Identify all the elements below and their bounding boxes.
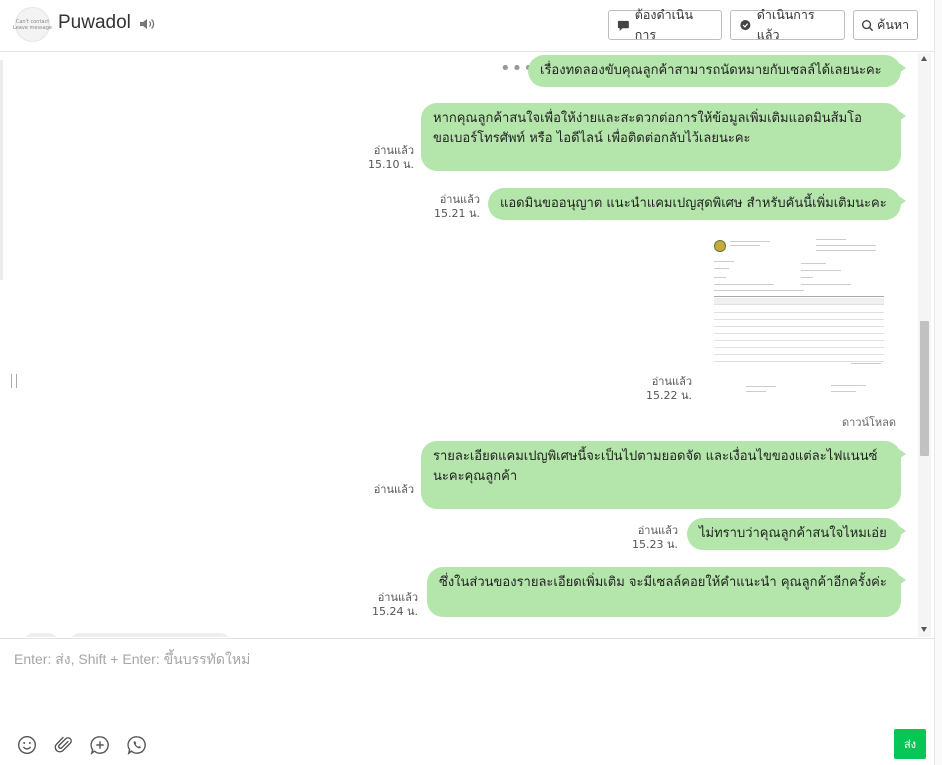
emoji-icon[interactable] <box>17 735 37 755</box>
read-status: อ่านแล้ว <box>377 591 418 604</box>
speaker-icon[interactable] <box>139 17 155 31</box>
done-button[interactable]: ดำเนินการแล้ว <box>730 7 845 42</box>
message-meta: อ่านแล้ว 15.21 น. <box>414 193 480 221</box>
add-icon[interactable] <box>90 735 110 755</box>
message-text-line: รายละเอียดแคมเปญพิเศษนี้จะเป็นไปตามยอดจั… <box>433 449 878 464</box>
contact-name[interactable]: Puwadol <box>58 12 131 34</box>
download-link[interactable]: ดาวน์โหลด <box>842 413 896 431</box>
read-status: อ่านแล้ว <box>637 524 678 537</box>
message-bubble[interactable]: รายละเอียดแคมเปญพิเศษนี้จะเป็นไปตามยอดจั… <box>421 441 906 509</box>
scroll-up-arrow-icon[interactable] <box>921 56 927 61</box>
scroll-thumb[interactable] <box>920 321 929 456</box>
chat-scrollbar[interactable] <box>918 53 931 637</box>
avatar[interactable]: Can't contact Leave message <box>13 7 52 42</box>
message-meta: อ่านแล้ว 15.24 น. <box>350 591 418 619</box>
chat-bubble-icon <box>617 20 629 31</box>
message-bubble[interactable]: หากคุณลูกค้าสนใจเพื่อให้ง่ายและสะดวกต่อก… <box>421 103 906 171</box>
done-button-label: ดำเนินการแล้ว <box>756 7 815 42</box>
attachment-icon[interactable] <box>54 735 74 755</box>
read-status: อ่านแล้ว <box>373 144 414 157</box>
pending-button-label: ต้องดำเนินการ <box>634 7 694 42</box>
search-button-label: ค้นหา <box>877 17 910 32</box>
message-bubble[interactable]: เรื่องทดลองขับคุณลูกค้าสามารถนัดหมายกับเ… <box>528 55 906 87</box>
message-bubble[interactable]: แอดมินขออนุญาต แนะนำแคมเปญสุดพิเศษ สำหรั… <box>488 188 906 220</box>
left-panel-edge <box>0 60 3 280</box>
read-status: อ่านแล้ว <box>651 375 692 388</box>
chat-check-icon <box>740 19 751 30</box>
document-image[interactable] <box>706 235 891 405</box>
search-icon <box>861 19 874 31</box>
message-composer: ส่ง <box>0 638 934 765</box>
message-text-line: นะคะคุณลูกค้า <box>433 469 518 484</box>
message-meta: อ่านแล้ว <box>346 483 414 497</box>
avatar-text-line2: Leave message <box>13 24 52 31</box>
contact-avatar-partial <box>24 633 58 637</box>
message-text: เรื่องทดลองขับคุณลูกค้าสามารถนัดหมายกับเ… <box>540 63 882 78</box>
message-bubble[interactable]: ซึ่งในส่วนของรายละเอียดเพิ่มเติม จะมีเซล… <box>427 567 906 617</box>
message-text: ไม่ทราบว่าคุณลูกค้าสนใจไหมเอ่ย <box>699 526 887 541</box>
message-text: ซึ่งในส่วนของรายละเอียดเพิ่มเติม จะมีเซล… <box>439 575 887 590</box>
message-text: แอดมินขออนุญาต แนะนำแคมเปญสุดพิเศษ สำหรั… <box>500 196 887 211</box>
pending-button[interactable]: ต้องดำเนินการ <box>608 7 722 42</box>
message-time: 15.22 น. <box>645 389 692 402</box>
message-time: 15.21 น. <box>433 207 480 220</box>
chat-header: Can't contact Leave message Puwadol ต้อง… <box>0 0 934 52</box>
message-time: 15.23 น. <box>631 538 678 551</box>
message-meta: อ่านแล้ว 15.23 น. <box>612 524 678 552</box>
right-panel-edge <box>934 0 942 765</box>
message-time: 15.24 น. <box>371 605 418 618</box>
message-text-line: หากคุณลูกค้าสนใจเพื่อให้ง่ายและสะดวกต่อก… <box>433 111 862 126</box>
scroll-down-arrow-icon[interactable] <box>921 627 927 632</box>
incoming-bubble-partial <box>70 633 230 637</box>
read-status: อ่านแล้ว <box>373 483 414 496</box>
message-meta: อ่านแล้ว 15.10 น. <box>346 144 414 172</box>
seal-logo-icon <box>714 240 726 252</box>
message-text-line: ขอเบอร์โทรศัพท์ หรือ ไอดีไลน์ เพื่อติดต่… <box>433 131 751 146</box>
message-meta: อ่านแล้ว 15.22 น. <box>626 375 692 403</box>
chat-messages[interactable]: ••• เรื่องทดลองขับคุณลูกค้าสามารถนัดหมาย… <box>6 53 931 637</box>
message-input[interactable] <box>6 645 926 715</box>
read-status: อ่านแล้ว <box>439 193 480 206</box>
send-button[interactable]: ส่ง <box>894 729 926 759</box>
message-bubble[interactable]: ไม่ทราบว่าคุณลูกค้าสนใจไหมเอ่ย <box>687 518 906 550</box>
search-button[interactable]: ค้นหา <box>853 10 918 40</box>
message-time: 15.10 น. <box>367 158 414 171</box>
phone-icon[interactable] <box>127 735 147 755</box>
